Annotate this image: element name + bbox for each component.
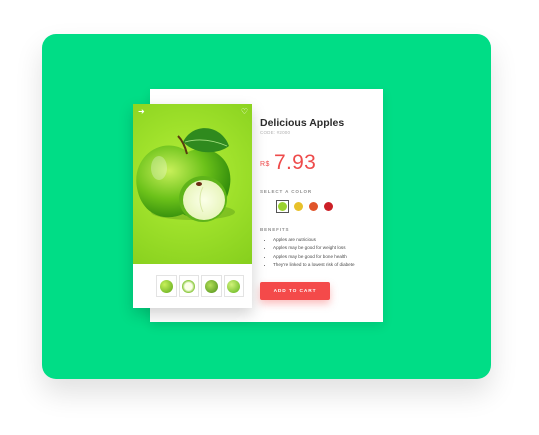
color-option-orange-red[interactable] [307,201,319,213]
benefit-item: They're linked to a lowest risk of diabe… [273,261,355,269]
product-title: Delicious Apples [260,117,345,129]
benefits-list: Apples are nutricious Apples may be good… [265,236,355,269]
color-option-green[interactable] [276,200,289,213]
price-currency: R$ [260,161,270,168]
thumbnail-2[interactable] [178,275,199,297]
heart-icon[interactable]: ♡ [241,108,248,116]
color-option-yellow[interactable] [292,201,304,213]
benefits-section-label: BENEFITS [260,227,290,232]
thumbnail-4[interactable] [223,275,244,297]
benefit-item: Apples are nutricious [273,236,355,244]
benefit-item: Apples may be good for weight loss [273,244,355,252]
color-picker [276,200,334,213]
product-code: CODE: #2000 [260,130,291,135]
apple-illustration [136,128,235,222]
product-gallery: ➜ ♡ [133,104,252,308]
color-option-red[interactable] [322,201,334,213]
color-section-label: SELECT A COLOR [260,189,313,194]
benefit-item: Apples may be good for bone health [273,253,355,261]
product-price: 7.93 [274,151,317,174]
product-image: ➜ ♡ [133,104,252,264]
add-to-cart-button[interactable]: ADD TO CART [260,282,330,300]
share-icon[interactable]: ➜ [138,108,145,116]
thumbnail-strip [156,275,244,297]
thumbnail-1[interactable] [156,275,177,297]
thumbnail-3[interactable] [201,275,222,297]
